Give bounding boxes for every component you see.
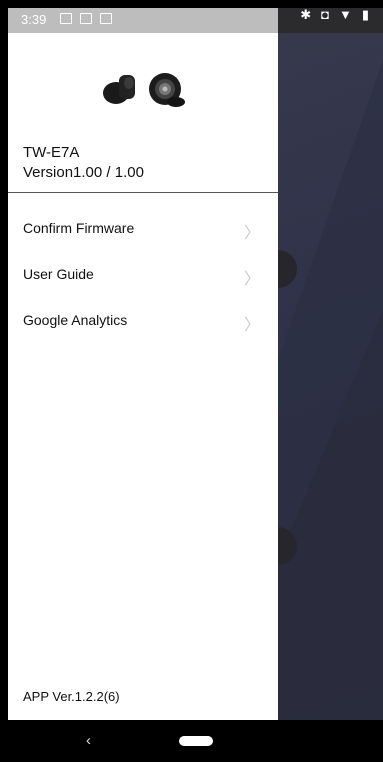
system-navigation-bar: ‹: [0, 720, 383, 762]
calendar-icon: [100, 13, 112, 24]
bluetooth-icon: ✱: [300, 7, 312, 22]
drawer-menu: Confirm Firmware 〉 User Guide 〉 Google A…: [8, 205, 278, 343]
app-version: APP Ver.1.2.2(6): [23, 689, 120, 704]
navigation-drawer: TW-E7A Version1.00 / 1.00 Confirm Firmwa…: [8, 33, 278, 720]
earbuds-icon: [103, 73, 185, 107]
chevron-right-icon: 〉: [243, 269, 260, 288]
status-right-icons: ✱ ◘ ▼ ▮: [300, 8, 369, 22]
device-name: TW-E7A: [23, 144, 80, 161]
screen-edge-top: [0, 0, 383, 8]
screen-edge-left: [0, 0, 8, 720]
menu-item-user-guide[interactable]: User Guide 〉: [8, 251, 278, 297]
menu-item-label: Google Analytics: [23, 312, 128, 328]
notification-icons: [60, 13, 112, 24]
menu-item-label: Confirm Firmware: [23, 220, 135, 236]
vibrate-icon: ◘: [321, 7, 329, 22]
menu-item-google-analytics[interactable]: Google Analytics 〉: [8, 297, 278, 343]
back-icon[interactable]: ‹: [86, 732, 91, 749]
image-icon: [60, 13, 72, 24]
wifi-icon: ▼: [338, 7, 352, 22]
chevron-right-icon: 〉: [243, 223, 260, 242]
home-pill-icon[interactable]: [179, 736, 213, 746]
menu-item-confirm-firmware[interactable]: Confirm Firmware 〉: [8, 205, 278, 251]
status-time: 3:39: [21, 12, 47, 27]
device-version: Version1.00 / 1.00: [23, 164, 144, 181]
battery-icon: ▮: [361, 7, 369, 22]
drawer-status-bar: 3:39: [8, 8, 278, 33]
drawer-header: TW-E7A Version1.00 / 1.00: [8, 33, 278, 193]
gmail-icon: [80, 13, 92, 24]
chevron-right-icon: 〉: [243, 315, 260, 334]
menu-item-label: User Guide: [23, 266, 94, 282]
screen: ✱ ◘ ▼ ▮ 3:39 TW-E7A Version1.00 / 1.00 C…: [0, 0, 383, 762]
